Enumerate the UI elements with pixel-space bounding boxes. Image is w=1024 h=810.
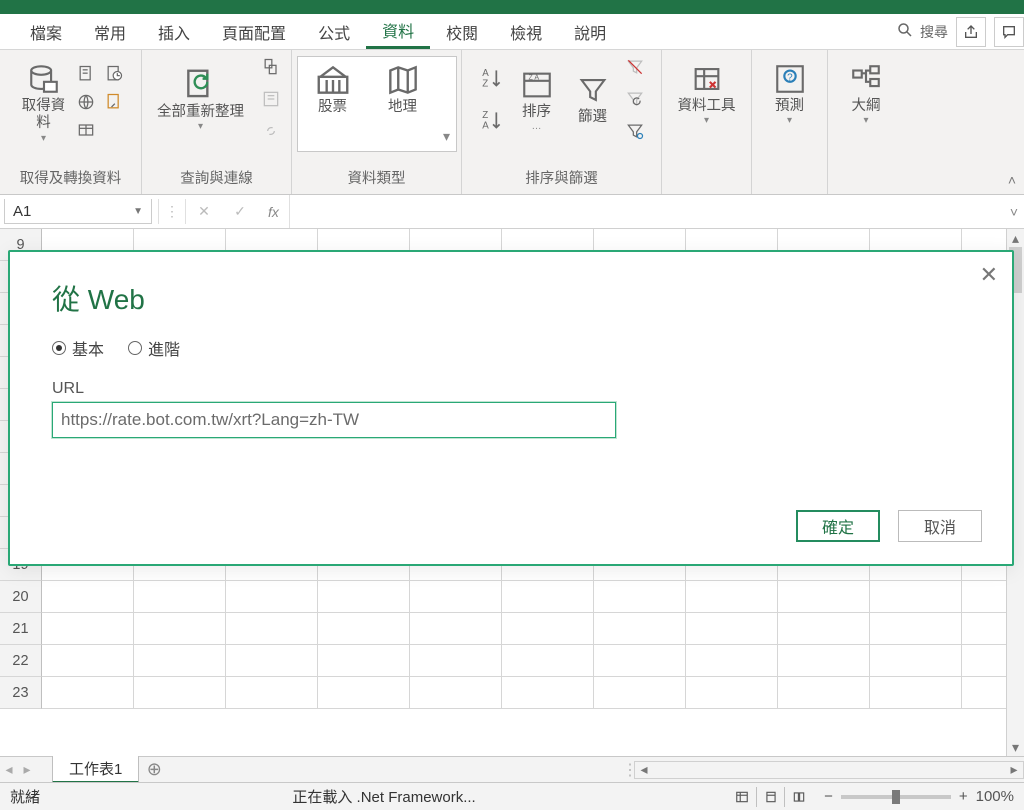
existing-connections-icon[interactable] — [103, 91, 125, 113]
from-web-dialog: ✕ 從 Web 基本 進階 URL 確定 取消 — [8, 250, 1014, 566]
properties-icon[interactable] — [260, 88, 282, 110]
name-box-options[interactable]: ⋮ — [158, 199, 186, 224]
clear-filter-icon[interactable] — [624, 56, 646, 78]
data-types-expand[interactable]: ▾ — [438, 57, 456, 151]
sort-asc-icon[interactable]: AZ — [478, 64, 506, 92]
tab-pagelayout[interactable]: 頁面配置 — [206, 14, 302, 49]
search-box[interactable]: 搜尋 — [896, 21, 948, 42]
view-page-layout-button[interactable] — [756, 787, 784, 807]
geography-button[interactable]: 地理 — [368, 57, 438, 151]
tab-insert[interactable]: 插入 — [142, 14, 206, 49]
name-box[interactable]: A1▼ — [4, 199, 152, 224]
status-loading: 正在載入 .Net Framework... — [292, 789, 475, 806]
search-icon — [896, 21, 914, 42]
row-header[interactable]: 20 — [0, 581, 42, 613]
radio-advanced[interactable]: 進階 — [128, 336, 180, 360]
zoom-level: 100% — [976, 788, 1014, 805]
tab-home[interactable]: 常用 — [78, 14, 142, 49]
tab-help[interactable]: 說明 — [558, 14, 622, 49]
recent-sources-icon[interactable] — [103, 63, 125, 85]
enter-formula-icon: ✓ — [222, 195, 258, 228]
ribbon-tabs: 檔案 常用 插入 頁面配置 公式 資料 校閱 檢視 說明 搜尋 — [0, 14, 1024, 50]
tab-review[interactable]: 校閱 — [430, 14, 494, 49]
status-bar: 就緒 正在載入 .Net Framework... − + 100% — [0, 782, 1024, 810]
svg-text:?: ? — [787, 72, 793, 83]
group-label-transform: 取得及轉換資料 — [20, 163, 122, 192]
row-header[interactable]: 23 — [0, 677, 42, 709]
svg-text:Z: Z — [482, 110, 488, 121]
collapse-ribbon-icon[interactable]: ˄ — [1008, 172, 1016, 188]
expand-formula-bar-icon[interactable]: ˅ — [1004, 195, 1024, 228]
svg-text:A: A — [482, 121, 489, 132]
search-placeholder: 搜尋 — [920, 22, 948, 42]
formula-bar: A1▼ ⋮ ✕ ✓ fx ˅ — [0, 195, 1024, 229]
tab-view[interactable]: 檢視 — [494, 14, 558, 49]
svg-text:Z A: Z A — [528, 73, 539, 81]
close-icon[interactable]: ✕ — [980, 262, 998, 288]
filter-button[interactable]: 篩選 — [568, 67, 618, 130]
from-web-icon[interactable] — [75, 91, 97, 113]
queries-icon[interactable] — [260, 56, 282, 78]
get-data-button[interactable]: 取得資 料 ▾ — [16, 56, 72, 148]
data-tools-button[interactable]: 資料工具 ▾ — [672, 56, 742, 130]
forecast-button[interactable]: ? 預測 ▾ — [765, 56, 815, 130]
view-normal-button[interactable] — [728, 787, 756, 807]
group-label-queries: 查詢與連線 — [180, 163, 253, 192]
ribbon: 取得資 料 ▾ 取得及轉換資料 — [0, 50, 1024, 195]
row-header[interactable]: 21 — [0, 613, 42, 645]
sheet-nav-prev[interactable]: ◂ — [0, 761, 18, 778]
fx-icon[interactable]: fx — [258, 195, 290, 228]
share-button[interactable] — [956, 17, 986, 47]
status-ready: 就緒 — [10, 786, 40, 807]
edit-links-icon[interactable] — [260, 120, 282, 142]
add-sheet-button[interactable]: ⊕ — [139, 759, 169, 780]
reapply-icon[interactable] — [624, 88, 646, 110]
refresh-all-button[interactable]: 全部重新整理 ▾ — [151, 62, 250, 136]
cancel-formula-icon: ✕ — [186, 195, 222, 228]
tab-formulas[interactable]: 公式 — [302, 14, 366, 49]
dialog-title: 從 Web — [52, 278, 970, 318]
view-page-break-button[interactable] — [784, 787, 812, 807]
advanced-filter-icon[interactable] — [624, 120, 646, 142]
comments-button[interactable] — [994, 17, 1024, 47]
tab-data[interactable]: 資料 — [366, 14, 430, 49]
radio-basic[interactable]: 基本 — [52, 336, 104, 360]
formula-input[interactable] — [290, 195, 1004, 228]
horizontal-scrollbar[interactable]: ◂▸ — [634, 761, 1024, 779]
zoom-control[interactable]: − + 100% — [824, 788, 1014, 805]
ok-button[interactable]: 確定 — [796, 510, 880, 542]
tab-file[interactable]: 檔案 — [14, 14, 78, 49]
sheet-tab[interactable]: 工作表1 — [52, 756, 139, 783]
cancel-button[interactable]: 取消 — [898, 510, 982, 542]
stocks-button[interactable]: 股票 — [298, 57, 368, 151]
from-text-csv-icon[interactable] — [75, 63, 97, 85]
url-input[interactable] — [52, 402, 616, 438]
group-label-sortfilter: 排序與篩選 — [525, 163, 598, 192]
group-label-datatypes: 資料類型 — [348, 163, 406, 192]
sort-button[interactable]: Z A 排序 … — [512, 62, 562, 136]
sheet-tab-bar: ◂ ▸ 工作表1 ⊕ ⋮ ◂▸ — [0, 756, 1024, 782]
sort-desc-icon[interactable]: ZA — [478, 106, 506, 134]
url-label: URL — [52, 380, 970, 398]
svg-text:Z: Z — [482, 79, 488, 90]
from-table-icon[interactable] — [75, 119, 97, 141]
row-header[interactable]: 22 — [0, 645, 42, 677]
sheet-nav-next[interactable]: ▸ — [18, 761, 36, 778]
outline-button[interactable]: 大綱 ▾ — [841, 56, 891, 130]
svg-text:A: A — [482, 68, 489, 79]
